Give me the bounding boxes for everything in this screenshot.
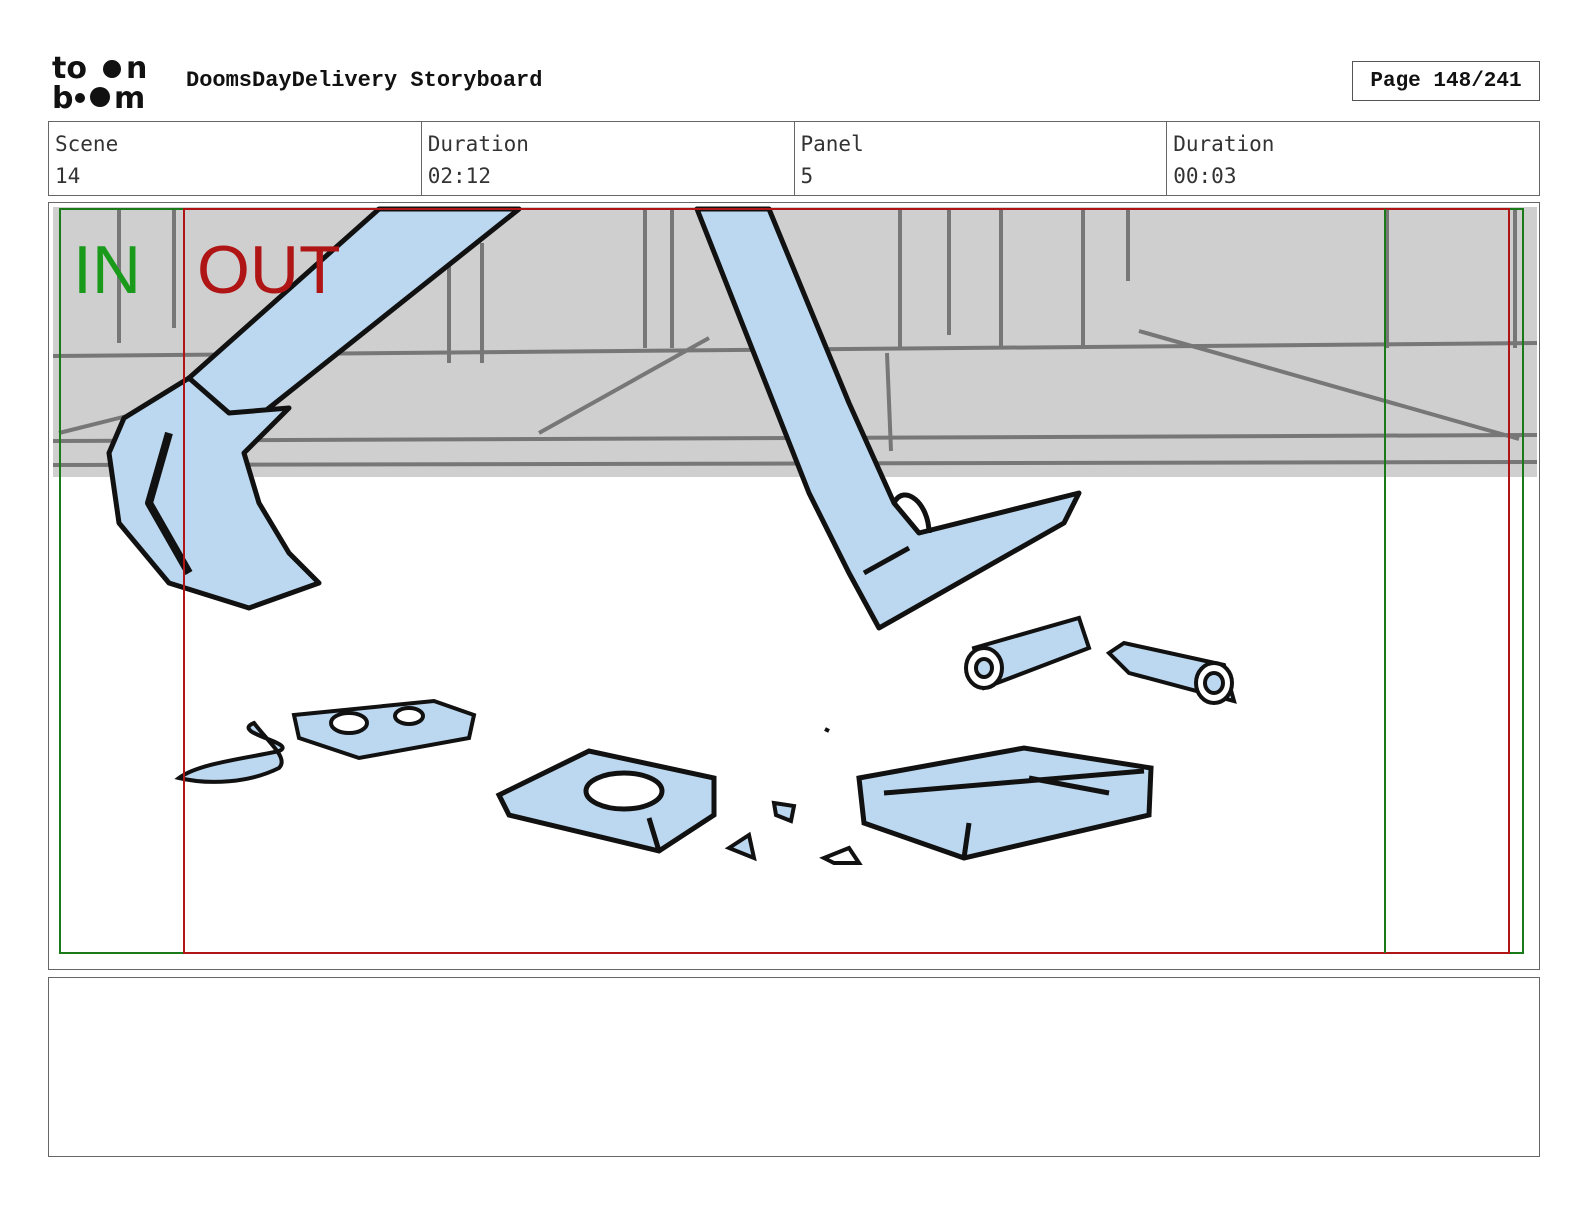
scene-cell: Scene 14 bbox=[49, 122, 422, 195]
logo-text-m: m bbox=[114, 81, 145, 112]
panel-duration-label: Duration bbox=[1173, 132, 1275, 156]
scene-label: Scene bbox=[55, 132, 119, 156]
panel-notes-box bbox=[48, 977, 1540, 1157]
storyboard-panel-image: IN OUT bbox=[48, 202, 1540, 970]
scene-duration-cell: Duration 02:12 bbox=[422, 122, 795, 195]
scene-duration-label: Duration bbox=[427, 132, 529, 156]
panel-duration-cell: Duration 00:03 bbox=[1167, 122, 1539, 195]
panel-value: 5 bbox=[800, 164, 814, 188]
logo-text-bottom: b bbox=[52, 81, 73, 112]
scene-info-row: Scene 14 Duration 02:12 Panel 5 Duration… bbox=[48, 121, 1540, 196]
panel-drawing: IN OUT bbox=[52, 206, 1538, 957]
panel-cell: Panel 5 bbox=[795, 122, 1168, 195]
scene-value: 14 bbox=[55, 164, 81, 188]
out-label: OUT bbox=[197, 232, 341, 308]
page-indicator: Page 148/241 bbox=[1352, 61, 1540, 101]
scene-duration-value: 02:12 bbox=[427, 164, 491, 188]
panel-label: Panel bbox=[800, 132, 864, 156]
panel-duration-value: 00:03 bbox=[1173, 164, 1237, 188]
document-title: DoomsDayDelivery Storyboard bbox=[186, 68, 543, 93]
toonboom-logo: to n b m bbox=[52, 51, 164, 116]
in-label: IN bbox=[73, 232, 141, 308]
